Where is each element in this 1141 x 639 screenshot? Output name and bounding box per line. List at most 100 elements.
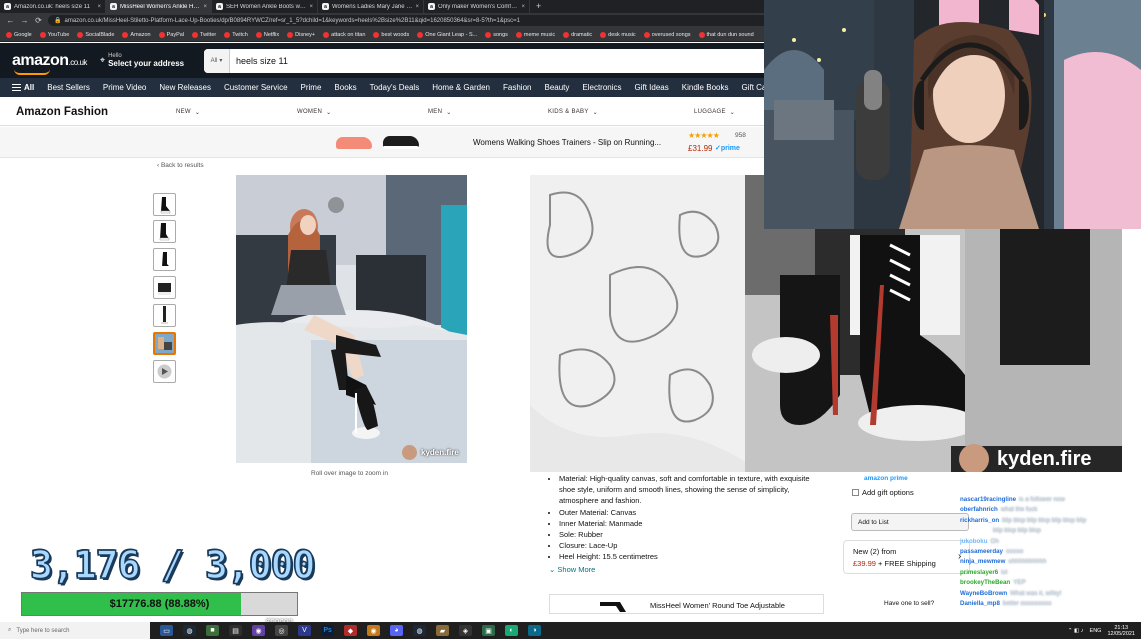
gift-checkbox[interactable]	[852, 489, 859, 496]
nav-all-menu[interactable]: All	[12, 83, 34, 92]
search-category-dropdown[interactable]: All ▾	[204, 48, 230, 73]
new-offers-box[interactable]: New (2) from £39.99 + FREE Shipping ›	[843, 540, 970, 574]
product-thumbnail[interactable]	[153, 220, 176, 243]
tab-close-icon[interactable]: ×	[521, 4, 525, 10]
nav-link[interactable]: Electronics	[582, 83, 621, 92]
back-to-results-link[interactable]: ‹ Back to results	[157, 162, 204, 169]
product-thumbnail[interactable]	[153, 304, 176, 327]
related-product-card[interactable]: MissHeel Women' Round Toe Adjustable	[549, 594, 824, 614]
chat-username[interactable]: jukoboku	[960, 537, 988, 547]
tab-close-icon[interactable]: ×	[309, 4, 313, 10]
nav-link[interactable]: Prime Video	[103, 83, 146, 92]
product-thumbnail[interactable]	[153, 193, 176, 216]
taskbar-clock[interactable]: 21:13 12/05/2021	[1107, 625, 1135, 637]
chat-username[interactable]: brookeyTheBean	[960, 578, 1010, 588]
ad-title[interactable]: Womens Walking Shoes Trainers - Slip on …	[473, 138, 661, 147]
nav-link[interactable]: Fashion	[503, 83, 531, 92]
nav-link[interactable]: Best Sellers	[47, 83, 90, 92]
chat-username[interactable]: passameerday	[960, 547, 1003, 557]
chrome-icon[interactable]: ◉	[367, 625, 380, 636]
bookmark-item[interactable]: Netflix	[255, 31, 279, 38]
fashion-nav-men[interactable]: MEN ⌄	[428, 109, 452, 116]
bookmark-item[interactable]: attack on titan	[323, 31, 365, 38]
fashion-nav-luggage[interactable]: LUGGAGE ⌄	[694, 109, 735, 116]
bookmark-item[interactable]: One Giant Leap - S...	[417, 31, 477, 38]
app-dark-icon[interactable]: ◈	[459, 625, 472, 636]
browser-tab-active[interactable]: a MissHeel Women's Ankle High H ×	[106, 0, 212, 13]
bookmark-item[interactable]: dramatic	[563, 31, 592, 38]
bookmark-item[interactable]: PayPal	[158, 31, 184, 38]
steam-icon[interactable]: ◍	[183, 625, 196, 636]
main-product-image[interactable]: kyden.fire	[236, 175, 467, 463]
reload-icon[interactable]: ⟳	[34, 16, 43, 25]
deliver-to[interactable]: ⌖ Hello Select your address	[100, 53, 200, 68]
chat-username[interactable]: oberfahnrich	[960, 505, 998, 515]
nav-link[interactable]: Beauty	[544, 83, 569, 92]
tab-close-icon[interactable]: ×	[203, 4, 207, 10]
tray-icons[interactable]: ⌃ ◧ ♪	[1068, 628, 1084, 634]
forward-arrow-icon[interactable]: →	[20, 16, 29, 25]
nav-link[interactable]: Prime	[301, 83, 322, 92]
taskbar-search-box[interactable]: ⌕ Type here to search	[0, 622, 150, 639]
bookmark-item[interactable]: Twitter	[192, 31, 216, 38]
chat-username[interactable]: ninja_mewmew	[960, 557, 1005, 567]
browser-tab[interactable]: a SEH Women Ankle Boots with H ×	[212, 0, 318, 13]
folder-icon[interactable]: ▰	[436, 625, 449, 636]
browser-tab[interactable]: a Only maker Women's Comfy Pu ×	[424, 0, 530, 13]
chat-username[interactable]: Daniella_mp8	[960, 599, 1000, 609]
bookmark-item[interactable]: meme music	[515, 31, 555, 38]
app-red-icon[interactable]: ◆	[344, 625, 357, 636]
task-view-icon[interactable]: ▭	[160, 625, 173, 636]
bookmark-item[interactable]: YouTube	[39, 31, 69, 38]
bookmark-item[interactable]: best woods	[373, 31, 409, 38]
browser-tab[interactable]: a Amazon.co.uk: heels size 11 ×	[0, 0, 106, 13]
add-to-list-button[interactable]: Add to List	[851, 513, 969, 531]
bookmark-item[interactable]: Twitch	[224, 31, 248, 38]
spotify-icon[interactable]: ◐	[505, 625, 518, 636]
chat-username[interactable]: rickharris_on	[960, 516, 999, 526]
file-explorer-icon[interactable]: ▤	[229, 625, 242, 636]
nav-link[interactable]: Customer Service	[224, 83, 288, 92]
nav-link[interactable]: Kindle Books	[682, 83, 729, 92]
nav-link[interactable]: Home & Garden	[432, 83, 490, 92]
chat-username[interactable]: nascar19racingline	[960, 495, 1016, 505]
tab-close-icon[interactable]: ×	[97, 4, 101, 10]
fashion-nav-new[interactable]: NEW ⌄	[176, 109, 200, 116]
browser-tab[interactable]: a Womens Ladies Mary Jane Comf ×	[318, 0, 424, 13]
chat-username[interactable]: WayneBoBrown	[960, 589, 1007, 599]
vegas-icon[interactable]: V	[298, 625, 311, 636]
nav-link[interactable]: Today's Deals	[370, 83, 420, 92]
amazon-logo[interactable]: amazon.co.uk	[12, 52, 92, 75]
nav-link[interactable]: Gift Ideas	[635, 83, 669, 92]
search-input[interactable]	[230, 48, 804, 73]
bookmark-item[interactable]: songs	[485, 31, 508, 38]
product-thumbnail-selected[interactable]	[153, 332, 176, 355]
store-title[interactable]: Amazon Fashion	[16, 106, 108, 118]
nav-link[interactable]: New Releases	[159, 83, 211, 92]
discord-icon[interactable]: ◕	[390, 625, 403, 636]
minecraft-icon[interactable]: ■	[206, 625, 219, 636]
chat-username[interactable]: primeslayer6	[960, 568, 998, 578]
nav-link[interactable]: Books	[334, 83, 356, 92]
back-arrow-icon[interactable]: ←	[6, 16, 15, 25]
show-more-link[interactable]: ⌄ Show More	[549, 565, 595, 574]
product-thumbnail[interactable]	[153, 276, 176, 299]
app-green-icon[interactable]: ▣	[482, 625, 495, 636]
language-indicator[interactable]: ENG	[1090, 628, 1102, 634]
obs-icon[interactable]: ◉	[252, 625, 265, 636]
bookmark-item[interactable]: SocialBlade	[77, 31, 114, 38]
bookmark-item[interactable]: Google	[6, 31, 32, 38]
bookmark-item[interactable]: desk music	[600, 31, 636, 38]
bookmark-item[interactable]: Disney+	[287, 31, 315, 38]
product-video-thumbnail[interactable]	[153, 360, 176, 383]
fashion-nav-women[interactable]: WOMEN ⌄	[297, 109, 332, 116]
fashion-nav-kids[interactable]: KIDS & BABY ⌄	[548, 109, 598, 116]
bookmark-item[interactable]: that dun dun sound	[698, 31, 754, 38]
photoshop-icon[interactable]: Ps	[321, 625, 334, 636]
bookmark-item[interactable]: overused songs	[643, 31, 691, 38]
gift-option-row[interactable]: Add gift options	[852, 488, 914, 497]
edge-icon[interactable]: ◑	[528, 625, 541, 636]
steam-icon[interactable]: ◍	[413, 625, 426, 636]
bookmark-item[interactable]: Amazon	[122, 31, 151, 38]
nav-link[interactable]: Gift Ca	[741, 83, 766, 92]
